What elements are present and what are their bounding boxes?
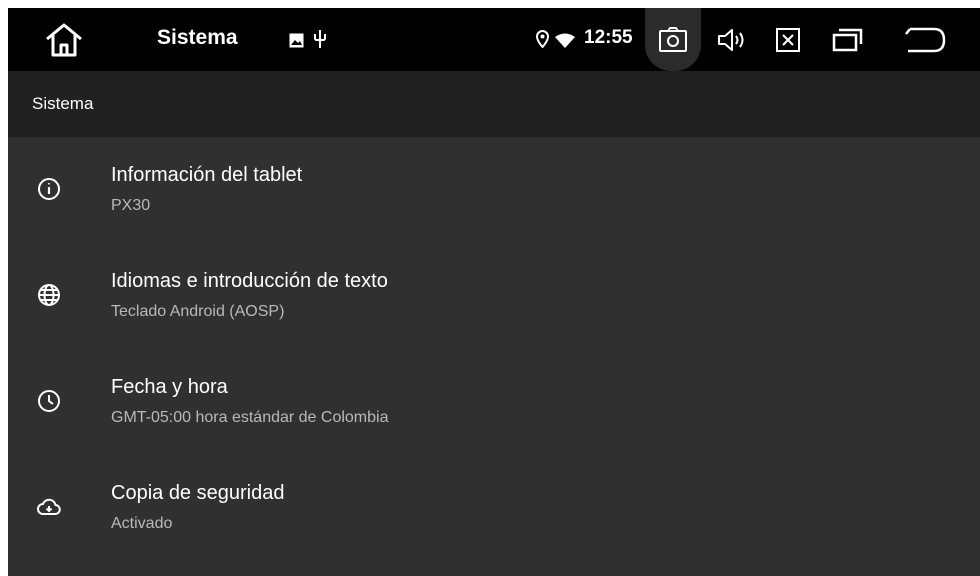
screenshot-camera-icon[interactable] bbox=[658, 26, 688, 54]
settings-item-title: Copia de seguridad bbox=[111, 482, 285, 504]
recent-apps-icon[interactable] bbox=[830, 26, 864, 54]
settings-item-subtitle: PX30 bbox=[111, 197, 151, 214]
clock-icon bbox=[34, 386, 64, 416]
settings-item-subtitle: GMT-05:00 hora estándar de Colombia bbox=[111, 409, 389, 426]
settings-item-tablet-info[interactable]: Información del tablet PX30 bbox=[8, 137, 980, 242]
settings-item-title: Idiomas e introducción de texto bbox=[111, 270, 388, 292]
settings-item-subtitle: Activado bbox=[111, 515, 173, 532]
cloud-backup-icon bbox=[34, 492, 64, 522]
location-icon bbox=[535, 29, 549, 49]
settings-item-title: Información del tablet bbox=[111, 164, 303, 186]
clock: 12:55 bbox=[584, 27, 633, 48]
home-icon[interactable] bbox=[42, 20, 86, 60]
settings-item-date-time[interactable]: Fecha y hora GMT-05:00 hora estándar de … bbox=[8, 349, 980, 454]
page-title: Sistema bbox=[32, 94, 94, 113]
globe-icon bbox=[34, 280, 64, 310]
close-app-icon[interactable] bbox=[774, 26, 802, 54]
info-icon bbox=[34, 174, 64, 204]
settings-item-backup[interactable]: Copia de seguridad Activado bbox=[8, 455, 980, 560]
image-notification-icon bbox=[288, 32, 304, 48]
settings-item-subtitle: Teclado Android (AOSP) bbox=[111, 303, 285, 320]
back-icon[interactable] bbox=[903, 26, 953, 56]
volume-icon[interactable] bbox=[716, 26, 748, 54]
wifi-icon bbox=[555, 32, 575, 48]
toolbar: Sistema bbox=[8, 71, 980, 137]
status-bar: Sistema 12:55 bbox=[8, 8, 980, 71]
app-title: Sistema bbox=[157, 26, 238, 49]
screen: Sistema 12:55 Sistema Información del ta… bbox=[8, 8, 980, 576]
settings-item-languages[interactable]: Idiomas e introducción de texto Teclado … bbox=[8, 243, 980, 348]
settings-item-title: Fecha y hora bbox=[111, 376, 228, 398]
usb-icon bbox=[313, 28, 327, 50]
